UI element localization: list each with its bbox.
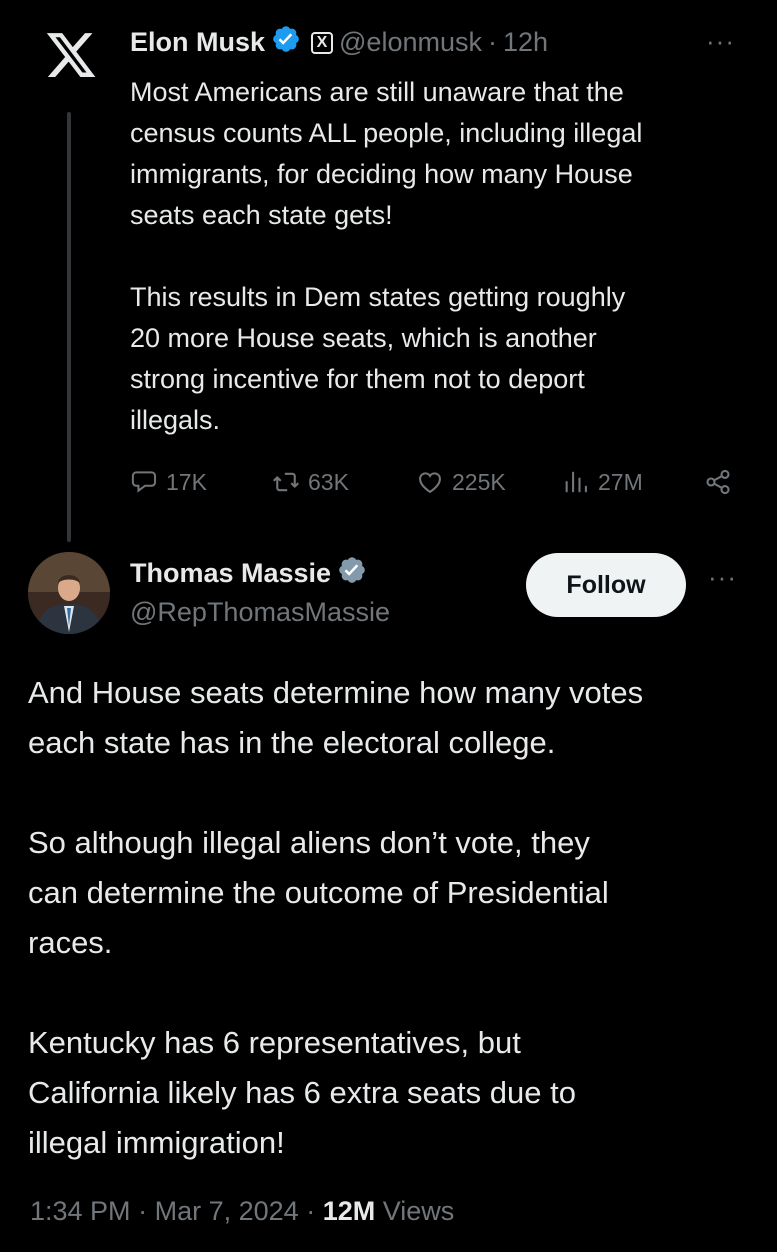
separator-dot: ·: [487, 27, 497, 57]
repost-icon: [273, 472, 299, 492]
views-chart-icon: [565, 471, 587, 493]
tweet2-header: Thomas Massie: [130, 555, 367, 592]
follow-button[interactable]: Follow: [526, 553, 686, 617]
more-options-icon[interactable]: ···: [708, 562, 737, 593]
separator-dot: ·: [138, 1196, 148, 1226]
author-handle[interactable]: @RepThomasMassie: [130, 597, 390, 628]
author-name[interactable]: Elon Musk: [130, 27, 265, 58]
author-name[interactable]: Thomas Massie: [130, 558, 331, 589]
views-count: 12M: [322, 1196, 376, 1226]
thread-connector-line: [67, 112, 71, 542]
like-count: 225K: [452, 468, 506, 495]
views-button[interactable]: 27M: [562, 468, 643, 496]
reply-icon: [131, 471, 157, 493]
tweet-time[interactable]: 12h: [503, 27, 548, 58]
tweet2-text: And House seats determine how many votes…: [28, 675, 644, 1160]
more-options-icon[interactable]: ···: [706, 26, 735, 57]
tweet-date[interactable]: Mar 7, 2024: [155, 1196, 299, 1226]
views-count: 27M: [598, 468, 643, 495]
verified-badge-icon: [271, 24, 301, 61]
share-icon: [706, 469, 730, 495]
x-logo-avatar[interactable]: [44, 28, 98, 82]
tweet-metadata: 1:34 PM · Mar 7, 2024 · 12M Views: [30, 1196, 454, 1227]
verified-badge-icon: [337, 555, 367, 592]
tweet-time[interactable]: 1:34 PM: [30, 1196, 131, 1226]
reply-count: 17K: [166, 468, 207, 495]
x-logo-icon: [46, 33, 96, 77]
tweet1-action-bar: 17K 63K 225K 27M: [130, 468, 740, 508]
avatar-photo: [28, 552, 110, 634]
author-handle[interactable]: @elonmusk: [339, 27, 482, 58]
views-label: Views: [382, 1196, 455, 1226]
share-button[interactable]: [704, 468, 732, 496]
repost-count: 63K: [308, 468, 349, 495]
reply-button[interactable]: 17K: [130, 468, 207, 496]
tweet1-header: Elon Musk X @elonmusk · 12h: [130, 24, 548, 61]
author-avatar[interactable]: [28, 552, 110, 634]
heart-icon: [419, 472, 441, 494]
tweet1-text: Most Americans are still unaware that th…: [130, 77, 643, 435]
separator-dot: ·: [306, 1196, 316, 1226]
affiliate-badge-icon: X: [311, 31, 334, 54]
repost-button[interactable]: 63K: [272, 468, 349, 496]
like-button[interactable]: 225K: [416, 468, 506, 496]
